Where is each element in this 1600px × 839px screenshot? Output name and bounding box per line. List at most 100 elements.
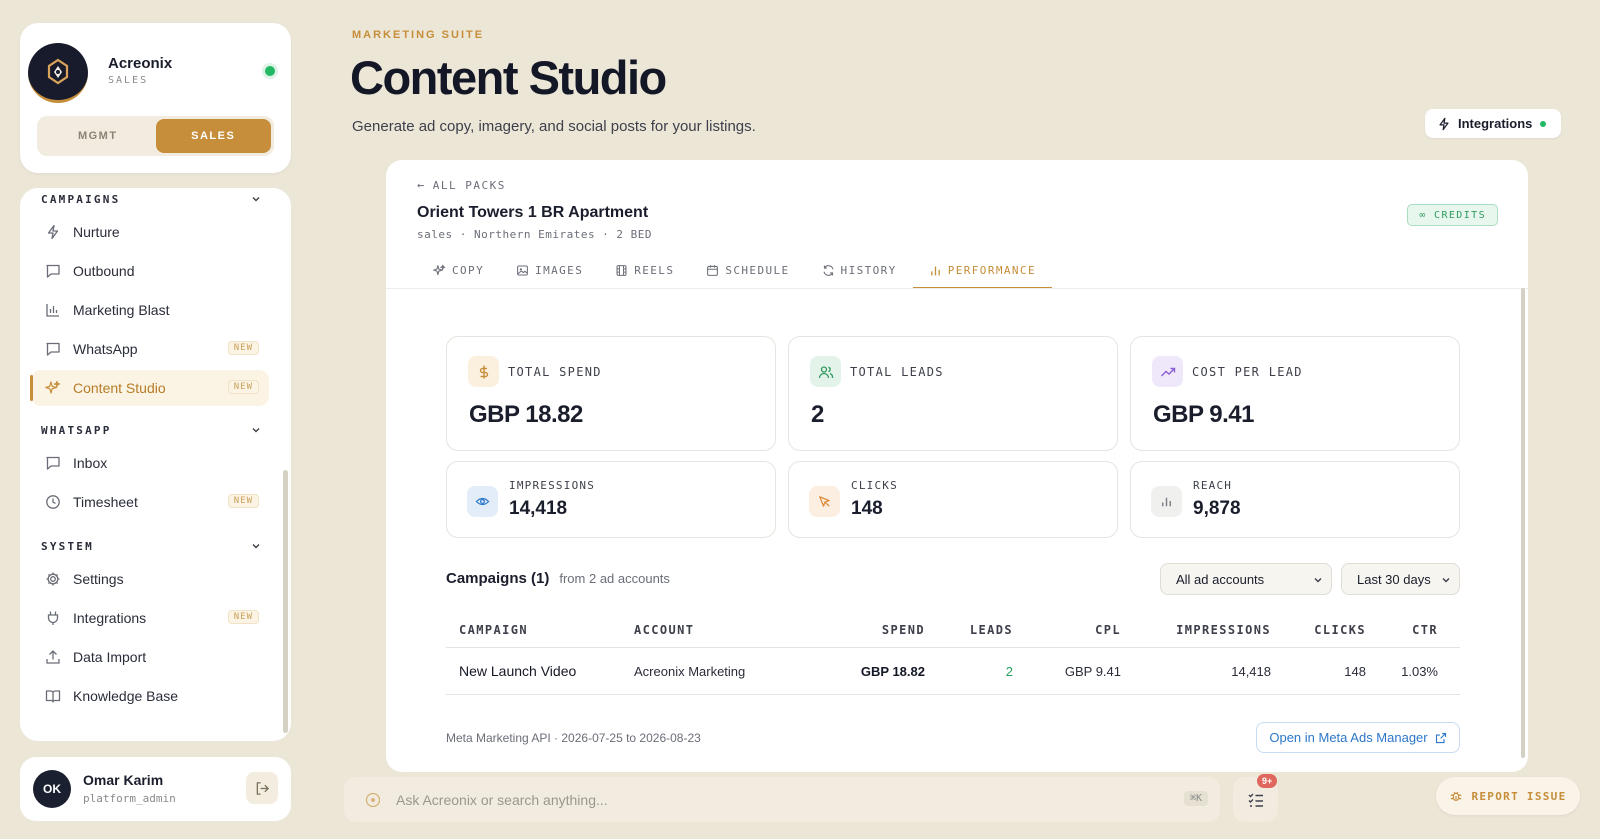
sidebar-item-settings[interactable]: Settings bbox=[31, 561, 269, 597]
tab-label: COPY bbox=[452, 263, 485, 277]
sidebar-item-outbound[interactable]: Outbound bbox=[31, 253, 269, 289]
sidebar-item-marketing-blast[interactable]: Marketing Blast bbox=[31, 292, 269, 328]
user-card: OK Omar Karim platform_admin bbox=[20, 757, 291, 821]
metric-label: COST PER LEAD bbox=[1192, 365, 1303, 379]
integrations-button[interactable]: Integrations bbox=[1425, 109, 1561, 138]
brand-card: Acreonix SALES MGMT SALES bbox=[20, 23, 291, 173]
report-label: REPORT ISSUE bbox=[1471, 789, 1567, 803]
metric-value: 14,418 bbox=[509, 498, 568, 519]
section-campaigns-header[interactable]: CAMPAIGNS bbox=[41, 189, 261, 209]
tab-label: PERFORMANCE bbox=[947, 263, 1036, 277]
content-panel: ← ALL PACKS Orient Towers 1 BR Apartment… bbox=[386, 160, 1528, 772]
tab-schedule[interactable]: SCHEDULE bbox=[690, 252, 805, 288]
select-value: All ad accounts bbox=[1176, 571, 1265, 587]
tab-images[interactable]: IMAGES bbox=[500, 252, 599, 288]
sidebar-scrollbar[interactable] bbox=[283, 470, 288, 733]
account-filter-select[interactable]: All ad accounts bbox=[1160, 563, 1332, 595]
sparkles-icon bbox=[433, 264, 446, 277]
new-badge: NEW bbox=[227, 610, 259, 624]
panel-scrollbar[interactable] bbox=[1521, 288, 1525, 758]
campaigns-title: Campaigns (1) bbox=[446, 570, 550, 587]
tab-reels[interactable]: REELS bbox=[599, 252, 690, 288]
checklist-icon bbox=[1248, 793, 1263, 807]
report-issue-button[interactable]: REPORT ISSUE bbox=[1436, 777, 1580, 815]
back-label: ALL PACKS bbox=[432, 178, 506, 192]
chevron-down-icon bbox=[1441, 575, 1451, 585]
chevron-down-icon bbox=[252, 544, 260, 549]
data-source-note: Meta Marketing API · 2026-07-25 to 2026-… bbox=[446, 731, 701, 745]
column-header[interactable]: CTR bbox=[1366, 623, 1450, 637]
ask-search-bar[interactable]: Ask Acreonix or search anything... ⌘K bbox=[344, 777, 1220, 822]
page-subtitle: Generate ad copy, imagery, and social po… bbox=[352, 118, 756, 135]
sidebar-item-integrations[interactable]: Integrations NEW bbox=[31, 600, 269, 636]
metric-value: GBP 9.41 bbox=[1153, 401, 1254, 428]
refresh-icon bbox=[822, 264, 835, 277]
ask-placeholder: Ask Acreonix or search anything... bbox=[396, 791, 608, 808]
cell-clicks: 148 bbox=[1344, 663, 1366, 679]
sidebar-item-inbox[interactable]: Inbox bbox=[31, 445, 269, 481]
sidebar-item-timesheet[interactable]: Timesheet NEW bbox=[31, 484, 269, 520]
tab-label: REELS bbox=[634, 263, 675, 277]
column-header[interactable]: CAMPAIGN bbox=[446, 623, 634, 637]
credits-badge: ∞ CREDITS bbox=[1407, 204, 1498, 226]
back-to-packs-link[interactable]: ← ALL PACKS bbox=[417, 178, 506, 192]
brand-name: Acreonix bbox=[108, 55, 173, 72]
tab-label: IMAGES bbox=[535, 263, 584, 277]
listing-title: Orient Towers 1 BR Apartment bbox=[417, 204, 649, 221]
column-header[interactable]: ACCOUNT bbox=[634, 623, 842, 637]
metric-label: IMPRESSIONS bbox=[509, 479, 596, 492]
section-system-header[interactable]: SYSTEM bbox=[41, 536, 261, 556]
sidebar-item-whatsapp[interactable]: WhatsApp NEW bbox=[31, 331, 269, 367]
mode-sales-button[interactable]: SALES bbox=[155, 119, 271, 153]
mode-mgmt-button[interactable]: MGMT bbox=[40, 119, 156, 153]
calendar-icon bbox=[706, 264, 719, 277]
image-icon bbox=[516, 264, 529, 277]
date-range-select[interactable]: Last 30 days bbox=[1341, 563, 1460, 595]
column-header[interactable]: SPEND bbox=[842, 623, 925, 637]
metric-impressions: IMPRESSIONS 14,418 bbox=[446, 461, 776, 538]
column-header[interactable]: LEADS bbox=[925, 623, 1013, 637]
sidebar-nav: CAMPAIGNS Nurture Outbound Marketing Bla… bbox=[20, 188, 291, 741]
sidebar-item-content-studio[interactable]: Content Studio NEW bbox=[30, 370, 269, 406]
logout-button[interactable] bbox=[246, 772, 278, 804]
sidebar-item-knowledge-base[interactable]: Knowledge Base bbox=[31, 678, 269, 714]
sidebar-item-label: Nurture bbox=[73, 224, 120, 240]
avatar[interactable]: OK bbox=[33, 770, 71, 808]
table-row[interactable]: New Launch Video Acreonix Marketing GBP … bbox=[446, 648, 1460, 695]
column-header[interactable]: CLICKS bbox=[1271, 623, 1366, 637]
sidebar-item-data-import[interactable]: Data Import bbox=[31, 639, 269, 675]
column-header[interactable]: CPL bbox=[1013, 623, 1121, 637]
online-status-dot bbox=[265, 66, 275, 76]
cursor-icon bbox=[809, 486, 840, 517]
chevron-down-icon bbox=[1313, 575, 1323, 585]
section-title: WHATSAPP bbox=[41, 423, 112, 437]
sidebar-item-label: Knowledge Base bbox=[73, 688, 179, 704]
trending-up-icon bbox=[1152, 356, 1183, 387]
campaigns-table: CAMPAIGN ACCOUNT SPEND LEADS CPL IMPRESS… bbox=[446, 612, 1460, 695]
message-icon bbox=[45, 341, 61, 357]
metric-value: 2 bbox=[811, 401, 824, 428]
external-link-icon bbox=[1435, 732, 1447, 744]
new-badge: NEW bbox=[227, 380, 259, 394]
open-meta-ads-manager-button[interactable]: Open in Meta Ads Manager bbox=[1256, 722, 1460, 753]
new-badge: NEW bbox=[227, 341, 259, 355]
sidebar-item-label: Content Studio bbox=[73, 380, 166, 396]
cell-campaign: New Launch Video bbox=[459, 663, 577, 679]
column-header[interactable]: IMPRESSIONS bbox=[1121, 623, 1271, 637]
tab-history[interactable]: HISTORY bbox=[806, 252, 913, 288]
lightning-icon bbox=[45, 224, 61, 240]
tab-performance[interactable]: PERFORMANCE bbox=[912, 252, 1053, 289]
cell-leads: 2 bbox=[1005, 663, 1013, 679]
table-header-row: CAMPAIGN ACCOUNT SPEND LEADS CPL IMPRESS… bbox=[446, 612, 1460, 648]
sidebar-item-label: Timesheet bbox=[73, 494, 138, 510]
sidebar-item-label: Integrations bbox=[73, 610, 147, 626]
bar-chart-icon bbox=[45, 302, 61, 318]
tab-copy[interactable]: COPY bbox=[417, 252, 500, 288]
logout-icon bbox=[256, 781, 269, 795]
section-title: CAMPAIGNS bbox=[41, 192, 121, 206]
message-icon bbox=[45, 455, 61, 471]
sidebar-item-nurture[interactable]: Nurture bbox=[31, 214, 269, 250]
section-whatsapp-header[interactable]: WHATSAPP bbox=[41, 420, 261, 440]
bug-icon bbox=[1449, 789, 1463, 803]
sidebar-item-label: Marketing Blast bbox=[73, 302, 170, 318]
